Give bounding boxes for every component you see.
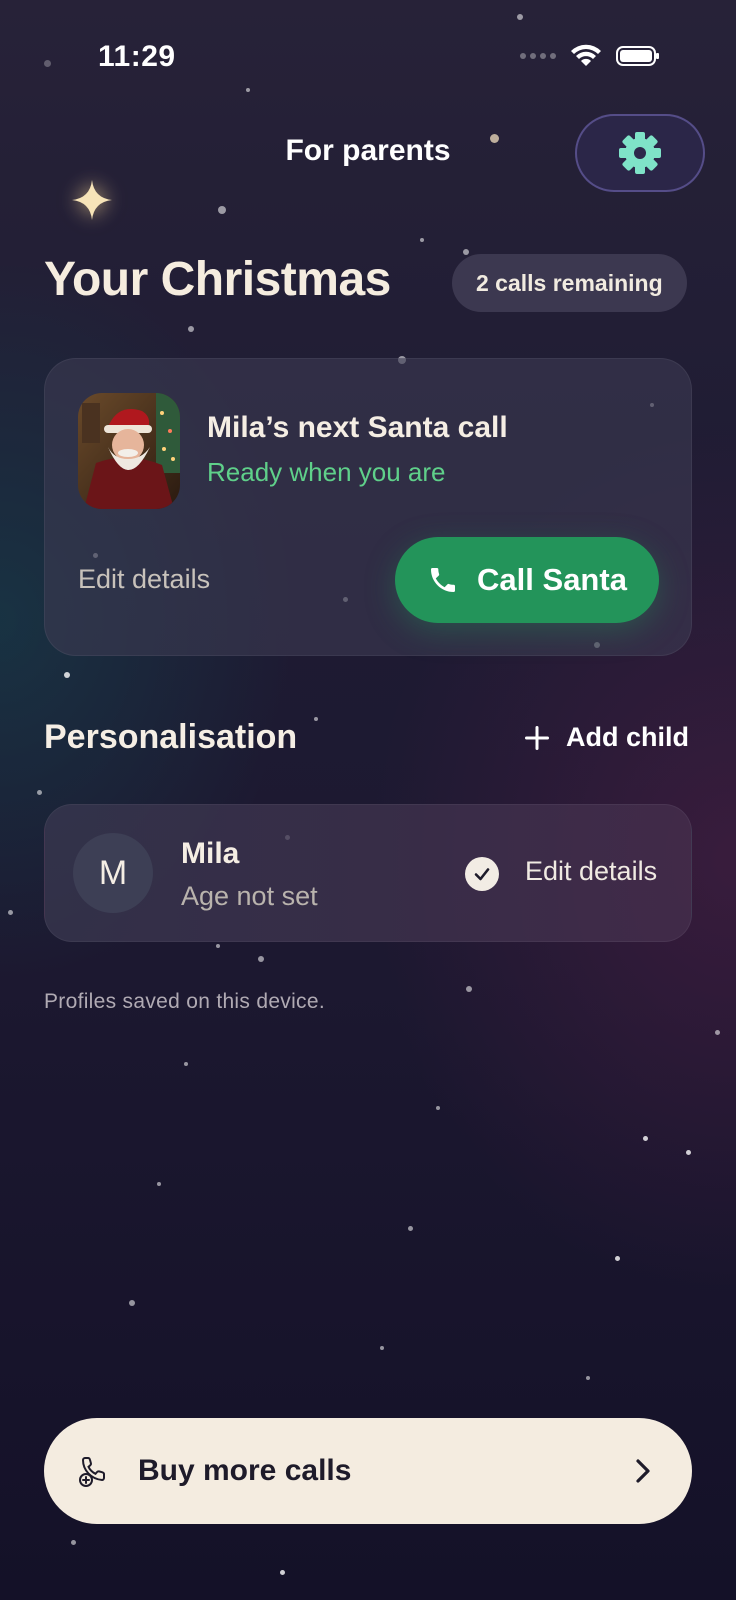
- signal-icon: [520, 53, 556, 59]
- next-call-card: Mila’s next Santa call Ready when you ar…: [44, 358, 692, 656]
- chevron-right-icon: [636, 1459, 650, 1483]
- plus-icon: [525, 725, 549, 750]
- add-child-label: Add child: [566, 722, 689, 752]
- child-age: Age not set: [181, 881, 318, 911]
- buy-more-calls-label: Buy more calls: [138, 1454, 352, 1487]
- next-call-title: Mila’s next Santa call: [207, 411, 508, 444]
- call-santa-button[interactable]: Call Santa: [395, 537, 659, 623]
- battery-icon: [616, 46, 659, 66]
- status-indicators: [520, 44, 659, 68]
- check-icon: [465, 857, 499, 891]
- avatar: M: [73, 833, 153, 913]
- buy-more-calls-button[interactable]: Buy more calls: [44, 1418, 692, 1524]
- santa-photo: [78, 393, 180, 509]
- gear-icon: [619, 132, 661, 174]
- child-profile-card[interactable]: M Mila Age not set Edit details: [44, 804, 692, 942]
- status-time: 11:29: [98, 40, 176, 73]
- sparkle-icon: [72, 180, 112, 220]
- calls-remaining-badge: 2 calls remaining: [452, 254, 687, 312]
- settings-button[interactable]: [575, 114, 705, 192]
- next-call-status: Ready when you are: [207, 457, 446, 487]
- wifi-icon: [571, 44, 601, 66]
- phone-add-icon: [79, 1457, 105, 1487]
- child-name: Mila: [181, 837, 240, 870]
- personalisation-heading: Personalisation: [44, 718, 298, 756]
- add-child-button[interactable]: Add child: [524, 722, 689, 753]
- edit-details-link[interactable]: Edit details: [78, 564, 210, 595]
- phone-icon: [431, 568, 456, 592]
- child-edit-details-link[interactable]: Edit details: [525, 856, 657, 887]
- call-santa-label: Call Santa: [477, 562, 627, 597]
- profiles-footnote: Profiles saved on this device.: [44, 990, 325, 1013]
- section-heading: Your Christmas: [44, 253, 391, 306]
